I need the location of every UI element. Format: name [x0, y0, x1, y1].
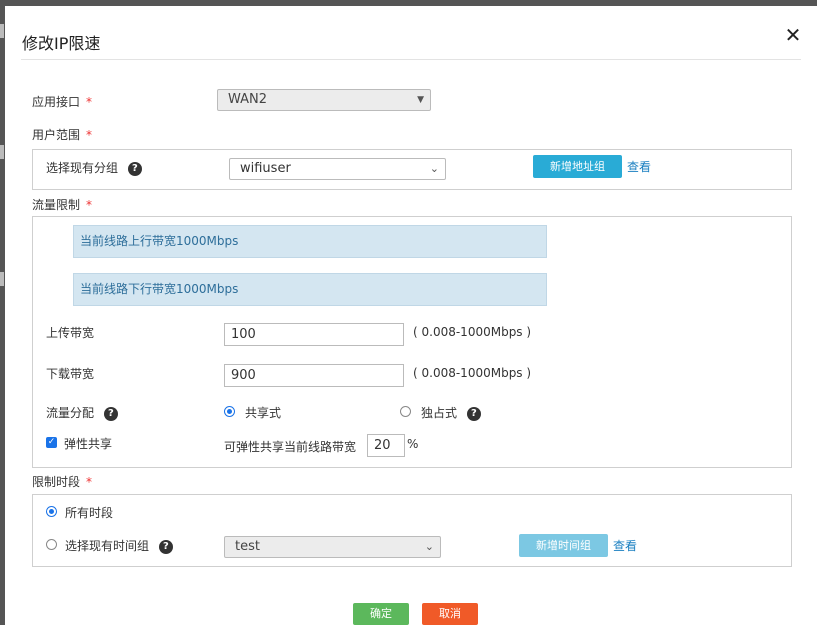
- dropdown-arrow-icon: ▼: [417, 95, 424, 105]
- required-mark: *: [86, 475, 93, 489]
- address-group-value: wifiuser: [240, 161, 291, 176]
- exclusive-row: 独占式 ?: [421, 404, 481, 421]
- schedule-label-text: 限制时段: [32, 475, 81, 489]
- allocation-row: 流量分配 ?: [46, 404, 118, 421]
- select-time-group-label: 选择现有时间组: [65, 539, 150, 553]
- shared-radio[interactable]: [224, 406, 235, 417]
- required-mark: *: [86, 198, 93, 212]
- user-scope-panel: 选择现有分组 ? wifiuser ⌄ 新增地址组 查看: [32, 149, 792, 190]
- view-address-group-link[interactable]: 查看: [627, 158, 651, 175]
- download-range-hint: ( 0.008-1000Mbps ): [413, 366, 532, 380]
- add-address-group-button[interactable]: 新增地址组: [533, 155, 622, 178]
- exclusive-label: 独占式: [421, 406, 458, 420]
- cancel-button[interactable]: 取消: [422, 603, 478, 625]
- elastic-share-percent-input[interactable]: 20: [367, 434, 405, 457]
- interface-label-text: 应用接口: [32, 95, 81, 109]
- chevron-down-icon: ⌄: [429, 162, 439, 175]
- backdrop-edge: [0, 145, 4, 159]
- select-time-group-radio[interactable]: [46, 539, 57, 550]
- chevron-down-icon: ⌄: [424, 540, 434, 553]
- elastic-share-label: 弹性共享: [64, 437, 113, 451]
- upload-range-hint: ( 0.008-1000Mbps ): [413, 325, 532, 339]
- allocation-label: 流量分配: [46, 406, 95, 420]
- schedule-panel: 所有时段 选择现有时间组 ? test ⌄ 新增时间组 查看: [32, 494, 792, 567]
- interface-select[interactable]: WAN2 ▼: [217, 89, 431, 111]
- select-group-label: 选择现有分组: [46, 161, 119, 175]
- title-divider: [21, 59, 801, 60]
- traffic-limit-panel: 当前线路上行带宽1000Mbps 当前线路下行带宽1000Mbps 上传带宽 1…: [32, 216, 792, 468]
- address-group-select[interactable]: wifiuser ⌄: [229, 158, 446, 180]
- help-icon[interactable]: ?: [127, 161, 142, 176]
- select-time-group-row: 选择现有时间组 ?: [65, 537, 173, 554]
- traffic-limit-label-text: 流量限制: [32, 198, 81, 212]
- dialog-title: 修改IP限速: [22, 34, 101, 53]
- add-time-group-button[interactable]: 新增时间组: [519, 534, 608, 557]
- user-scope-label-text: 用户范围: [32, 128, 81, 142]
- interface-label: 应用接口 *: [32, 93, 92, 110]
- edit-ip-rate-limit-dialog: 修改IP限速 ✕ 应用接口 * WAN2 ▼ 用户范围 * 选择现有分组 ? wif…: [5, 6, 817, 625]
- traffic-limit-label: 流量限制 *: [32, 196, 92, 213]
- percent-sign: %: [407, 437, 419, 451]
- required-mark: *: [86, 95, 93, 109]
- time-group-value: test: [235, 539, 260, 554]
- upload-bandwidth-input[interactable]: 100: [224, 323, 404, 346]
- shared-label: 共享式: [245, 406, 282, 420]
- help-icon[interactable]: ?: [466, 406, 481, 421]
- download-bandwidth-input[interactable]: 900: [224, 364, 404, 387]
- time-group-select[interactable]: test ⌄: [224, 536, 441, 558]
- uplink-bandwidth-info: 当前线路上行带宽1000Mbps: [73, 225, 547, 258]
- download-bandwidth-label: 下载带宽: [46, 367, 95, 381]
- interface-value: WAN2: [228, 92, 268, 107]
- required-mark: *: [86, 128, 93, 142]
- exclusive-radio[interactable]: [400, 406, 411, 417]
- backdrop-edge: [0, 272, 4, 286]
- all-time-radio[interactable]: [46, 506, 57, 517]
- user-scope-label: 用户范围 *: [32, 126, 92, 143]
- view-time-group-link[interactable]: 查看: [613, 537, 637, 554]
- help-icon[interactable]: ?: [103, 406, 118, 421]
- schedule-label: 限制时段 *: [32, 473, 92, 490]
- downlink-bandwidth-info: 当前线路下行带宽1000Mbps: [73, 273, 547, 306]
- elastic-share-description: 可弹性共享当前线路带宽: [224, 440, 357, 454]
- elastic-share-checkbox[interactable]: ✓: [46, 437, 57, 448]
- ok-button[interactable]: 确定: [353, 603, 409, 625]
- select-group-row: 选择现有分组 ?: [46, 159, 142, 176]
- close-icon[interactable]: ✕: [783, 24, 803, 46]
- help-icon[interactable]: ?: [158, 539, 173, 554]
- upload-bandwidth-label: 上传带宽: [46, 326, 95, 340]
- backdrop-edge: [0, 24, 4, 38]
- all-time-label: 所有时段: [65, 506, 114, 520]
